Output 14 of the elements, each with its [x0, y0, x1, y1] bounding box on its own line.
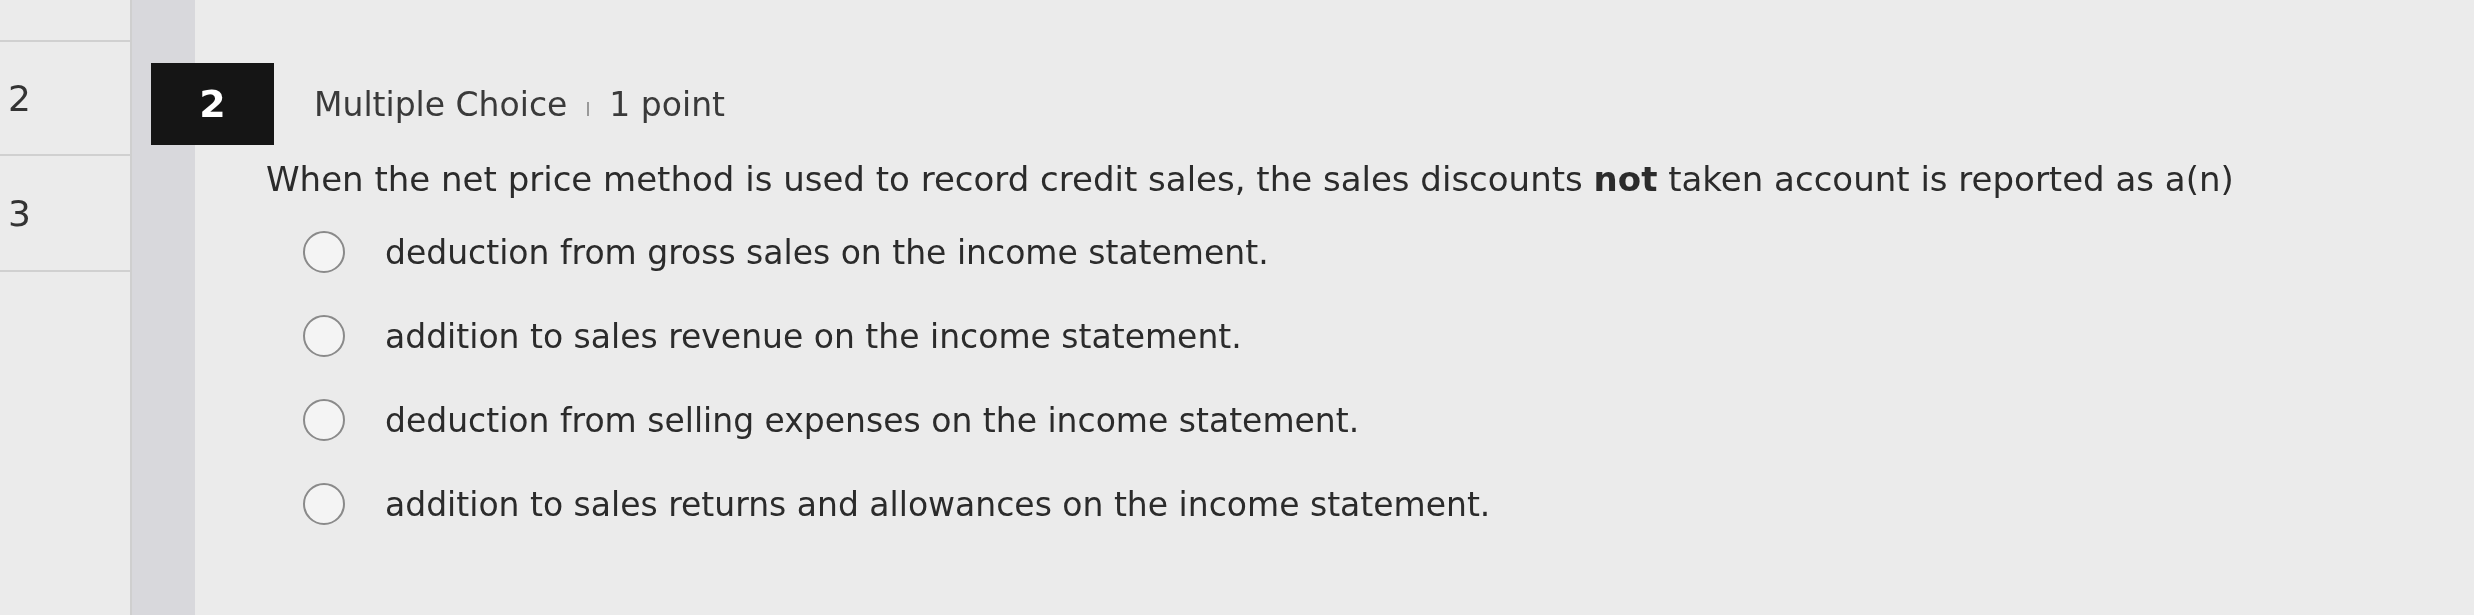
answer-option: addition to sales returns and allowances on the income statement. [385, 484, 1491, 524]
radio-button[interactable] [303, 231, 345, 273]
question-prompt: When the net price method is used to record credit sales, the sales discounts not taken account is reported as a(n) [266, 159, 2235, 199]
question-number: 2 [151, 63, 274, 145]
answer-option: deduction from selling expenses on the income statement. [385, 400, 1360, 440]
question-points: 1 point [609, 84, 725, 124]
radio-button[interactable] [303, 315, 345, 357]
question-type: Multiple Choice [314, 84, 568, 124]
answer-option: addition to sales revenue on the income statement. [385, 316, 1242, 356]
answer-option: deduction from gross sales on the income statement. [385, 232, 1269, 272]
question-nav-item[interactable]: 2 [0, 40, 130, 156]
radio-button[interactable] [303, 399, 345, 441]
question-nav-item[interactable]: 3 [0, 156, 130, 272]
radio-button[interactable] [303, 483, 345, 525]
